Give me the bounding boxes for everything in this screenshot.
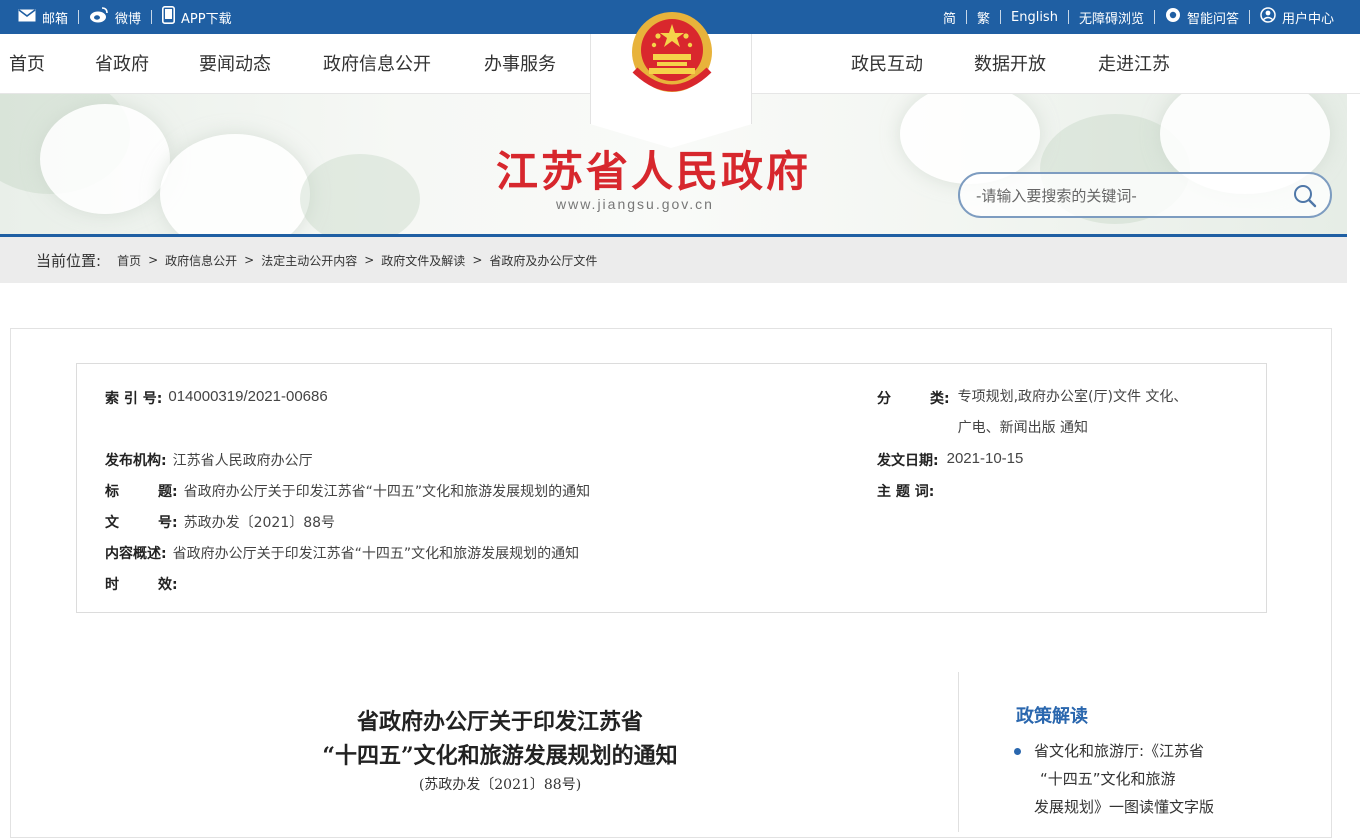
bullet-icon (1014, 748, 1021, 755)
meta-value: 省政府办公厅关于印发江苏省“十四五”文化和旅游发展规划的通知 (172, 546, 580, 562)
top-bar-right: 简 繁 English 无障碍浏览 智能问答 用户中心 (933, 0, 1344, 34)
national-emblem-icon (627, 10, 717, 106)
traditional-label: 繁 (976, 11, 990, 27)
weibo-icon (89, 7, 109, 27)
simplified-chinese-link[interactable]: 简 (933, 8, 966, 27)
meta-label: 主 题 词: (877, 484, 935, 500)
meta-label: 分 类: (877, 391, 950, 407)
site-url: www.jiangsu.gov.cn (556, 196, 714, 212)
meta-value: 广电、新闻出版 通知 (957, 420, 1089, 436)
meta-value: 014000319/2021-00686 (168, 388, 328, 405)
meta-label: 内容概述: (105, 546, 167, 562)
meta-value: 专项规划,政府办公室(厅)文件 文化、 (957, 389, 1188, 405)
banner-decoration (300, 154, 420, 234)
meta-subject-row: 主 题 词: (877, 481, 942, 501)
nav-about-jiangsu[interactable]: 走进江苏 (1098, 34, 1170, 94)
simplified-label: 简 (942, 11, 956, 27)
nav-news[interactable]: 要闻动态 (199, 34, 271, 94)
document-number: (苏政办发〔2021〕88号) (418, 777, 582, 793)
chevron-right-icon: > (148, 253, 159, 267)
breadcrumb-item[interactable]: 政府信息公开 (165, 252, 237, 269)
nav-provincial-government[interactable]: 省政府 (95, 34, 149, 94)
user-icon (1260, 7, 1276, 27)
meta-docno-row: 文 号: 苏政办发〔2021〕88号 (105, 512, 335, 532)
meta-label: 发文日期: (877, 453, 939, 469)
breadcrumb-lead: 当前位置: (36, 251, 102, 270)
link-text-line: 发展规划》一图读懂文字版 (1034, 798, 1215, 816)
nav-home[interactable]: 首页 (9, 34, 45, 94)
banner-decoration (40, 104, 170, 214)
meta-title-row: 标 题: 省政府办公厅关于印发江苏省“十四五”文化和旅游发展规划的通知 (105, 481, 590, 501)
meta-date-row: 发文日期: 2021-10-15 (877, 450, 1023, 470)
topbar-weibo-link[interactable]: 微博 (79, 7, 151, 27)
traditional-chinese-link[interactable]: 繁 (967, 8, 1000, 27)
meta-value: 苏政办发〔2021〕88号 (183, 515, 336, 531)
breadcrumb-item[interactable]: 政府文件及解读 (381, 252, 465, 269)
english-label: English (1011, 9, 1058, 25)
topbar-mail-link[interactable]: 邮箱 (8, 8, 78, 27)
english-link[interactable]: English (1001, 10, 1068, 25)
meta-label: 文 号: (105, 515, 178, 531)
service-icon (1165, 7, 1181, 27)
accessibility-link[interactable]: 无障碍浏览 (1069, 8, 1154, 27)
meta-label: 时 效: (105, 577, 178, 593)
chevron-right-icon: > (472, 253, 483, 267)
topbar-app-label: APP下载 (181, 11, 232, 27)
policy-interpretation-heading: 政策解读 (1016, 706, 1088, 727)
search-input[interactable] (976, 185, 1276, 207)
meta-index-row: 索 引 号: 014000319/2021-00686 (105, 388, 328, 408)
topbar-app-link[interactable]: APP下载 (152, 6, 242, 28)
user-center-label: 用户中心 (1281, 11, 1334, 27)
banner-decoration (900, 94, 1040, 184)
nav-interaction[interactable]: 政民互动 (851, 34, 923, 94)
search-box (958, 172, 1332, 218)
nav-services[interactable]: 办事服务 (484, 34, 556, 94)
document-metadata: 索 引 号: 014000319/2021-00686 分 类: 专项规划,政府… (76, 363, 1267, 613)
banner-decoration (160, 134, 310, 234)
topbar-weibo-label: 微博 (115, 11, 142, 27)
mail-icon (18, 8, 36, 26)
breadcrumb: 当前位置: 首页 > 政府信息公开 > 法定主动公开内容 > 政府文件及解读 >… (36, 237, 597, 283)
nav-info-disclosure[interactable]: 政府信息公开 (323, 34, 431, 94)
meta-value: 省政府办公厅关于印发江苏省“十四五”文化和旅游发展规划的通知 (183, 484, 591, 500)
document-title-line2: “十四五”文化和旅游发展规划的通知 (322, 743, 678, 769)
smart-qa-label: 智能问答 (1186, 11, 1239, 27)
user-center-link[interactable]: 用户中心 (1250, 7, 1344, 27)
meta-validity-row: 时 效: (105, 574, 184, 594)
breadcrumb-item[interactable]: 法定主动公开内容 (261, 252, 357, 269)
sidebar-divider (958, 672, 959, 832)
breadcrumb-item[interactable]: 省政府及办公厅文件 (489, 252, 597, 269)
top-bar-left: 邮箱 微博 APP下载 (8, 0, 242, 34)
chevron-right-icon: > (364, 253, 375, 267)
chevron-right-icon: > (244, 253, 255, 267)
meta-publisher-row: 发布机构: 江苏省人民政府办公厅 (105, 450, 313, 470)
phone-icon (162, 6, 176, 28)
emblem-holder (590, 12, 752, 148)
search-icon[interactable] (1292, 183, 1318, 209)
meta-value: 2021-10-15 (946, 450, 1024, 467)
smart-qa-link[interactable]: 智能问答 (1155, 7, 1249, 27)
accessibility-label: 无障碍浏览 (1078, 11, 1144, 27)
breadcrumb-item[interactable]: 首页 (117, 252, 141, 269)
breadcrumb-bar: 当前位置: 首页 > 政府信息公开 > 法定主动公开内容 > 政府文件及解读 >… (0, 237, 1347, 283)
meta-label: 索 引 号: (105, 391, 163, 407)
meta-label: 发布机构: (105, 453, 167, 469)
meta-category-row: 分 类: 专项规划,政府办公室(厅)文件 文化、 广电、新闻出版 通知 (877, 388, 1247, 444)
link-text-line: 省文化和旅游厅:《江苏省 (1034, 742, 1205, 760)
meta-label: 标 题: (105, 484, 178, 500)
topbar-mail-label: 邮箱 (42, 11, 69, 27)
meta-summary-row: 内容概述: 省政府办公厅关于印发江苏省“十四五”文化和旅游发展规划的通知 (105, 543, 579, 563)
nav-open-data[interactable]: 数据开放 (974, 34, 1046, 94)
link-text-line: “十四五”文化和旅游 (1040, 770, 1176, 788)
meta-value: 江苏省人民政府办公厅 (172, 453, 313, 469)
document-title-line1: 省政府办公厅关于印发江苏省 (356, 709, 643, 735)
